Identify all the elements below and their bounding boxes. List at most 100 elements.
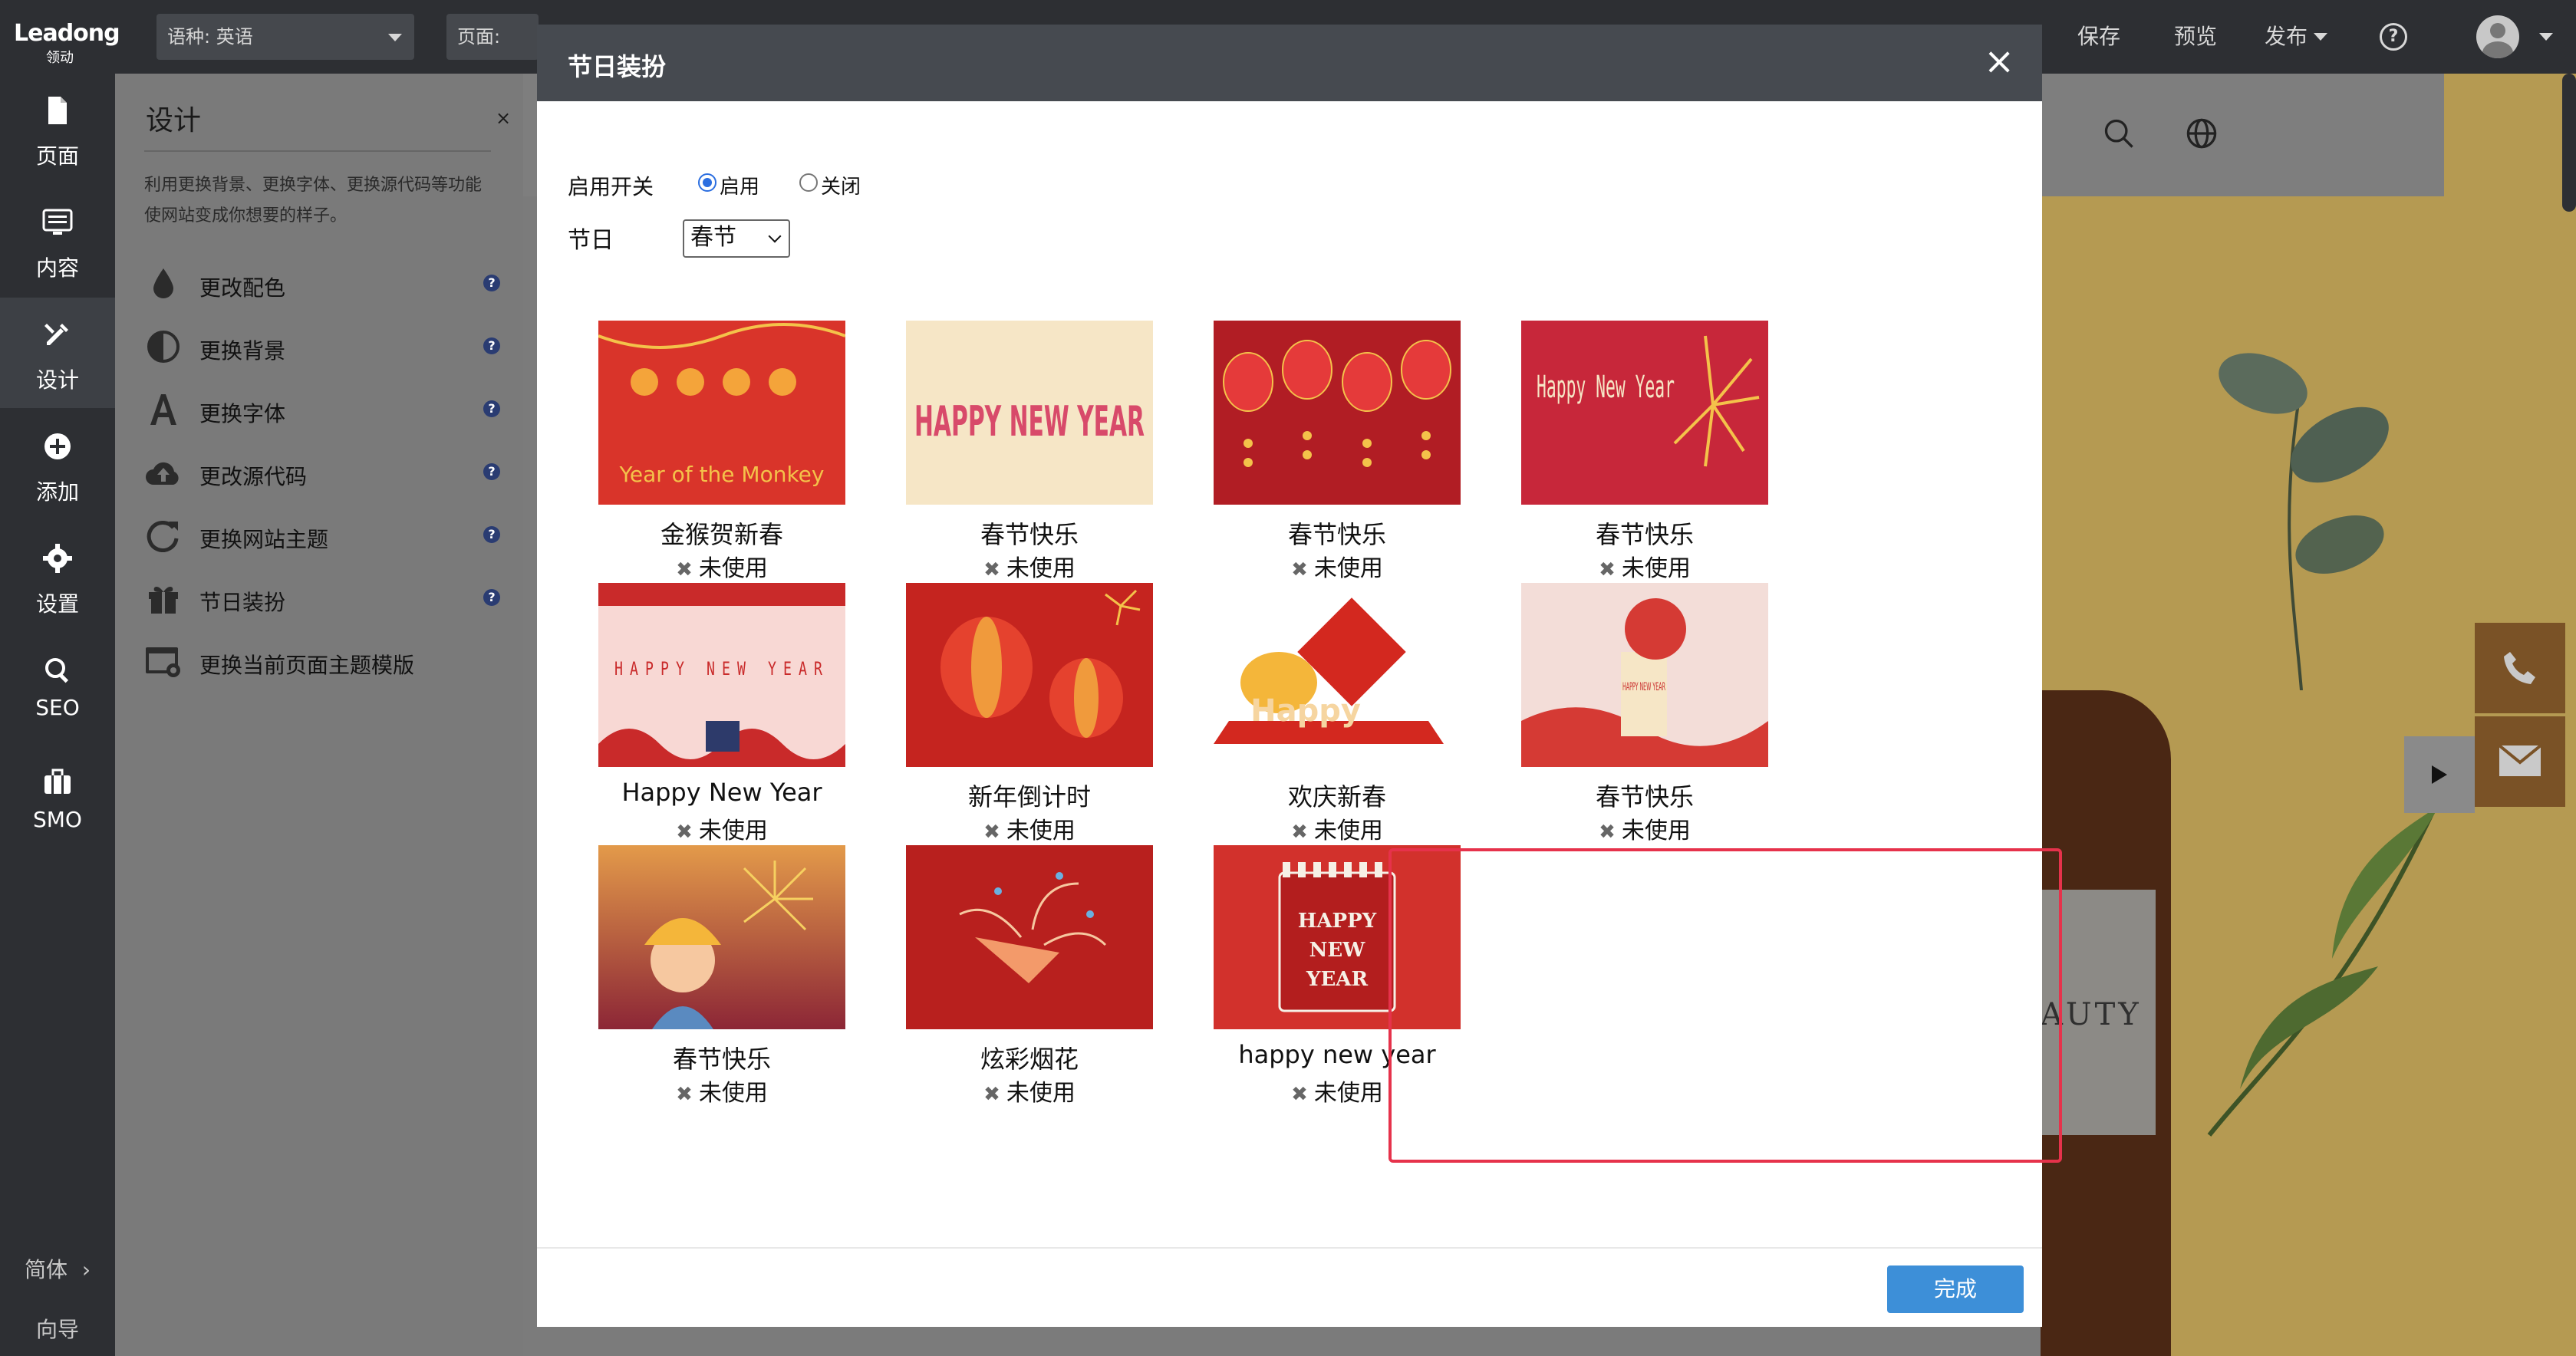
panel-title: 设计 [146, 105, 202, 137]
gear-icon [43, 544, 72, 573]
phone-icon [2504, 652, 2535, 684]
help-icon[interactable]: ? [483, 400, 500, 417]
decoration-name: 炫彩烟花 [980, 1045, 1079, 1074]
design-panel: 设计 × 利用更换背景、更换字体、更换源代码等功能使网站变成你想要的样子。 更改… [115, 74, 523, 1356]
thumbnail-text: Happy [1250, 693, 1361, 729]
decoration-status: ✖ 未使用 [906, 549, 1153, 583]
decoration-thumbnail[interactable] [1214, 321, 1461, 505]
panel-item-color[interactable]: 更改配色 ? [144, 261, 500, 307]
preview-globe-icon[interactable] [2185, 117, 2219, 150]
decoration-thumbnail[interactable]: HAPPY NEW YEAR [1521, 583, 1768, 767]
panel-item-font[interactable]: 更换字体 ? [144, 387, 500, 433]
publish-chevron-down-icon [2314, 33, 2327, 41]
publish-label: 发布 [2265, 24, 2308, 49]
rail-item-seo[interactable]: SEO [0, 634, 115, 741]
help-icon[interactable]: ? [483, 275, 500, 291]
close-icon: ✖ [1291, 1083, 1308, 1106]
vertical-scrollbar[interactable] [2562, 74, 2576, 212]
help-icon[interactable]: ? [483, 526, 500, 543]
user-avatar[interactable] [2476, 15, 2519, 58]
user-menu-chevron-down-icon[interactable] [2539, 33, 2553, 41]
decoration-name: 新年倒计时 [967, 782, 1091, 811]
decoration-thumbnail[interactable]: Happy [1214, 583, 1461, 767]
panel-description: 利用更换背景、更换字体、更换源代码等功能使网站变成你想要的样子。 [144, 176, 483, 225]
language-switch[interactable]: 简体 › [0, 1253, 115, 1284]
leadong-logo[interactable]: Leadong 领动 [14, 20, 120, 67]
panel-close-icon[interactable]: × [496, 107, 511, 129]
preview-banner-strip [2444, 74, 2576, 196]
close-icon: ✖ [676, 1083, 693, 1106]
thumbnail-text: Happy New Year [1537, 370, 1675, 405]
disable-radio-label[interactable]: 关闭 [821, 171, 861, 199]
holiday-select[interactable]: 春节 [683, 219, 790, 258]
rail-item-design[interactable]: 设计 [0, 298, 115, 408]
decoration-status-label: 未使用 [1313, 1080, 1383, 1107]
dialog-close-icon[interactable]: × [1984, 40, 2014, 83]
rail-item-label: 设置 [35, 591, 79, 617]
save-button[interactable]: 保存 [2077, 0, 2120, 74]
rail-item-page[interactable]: 页面 [0, 74, 115, 184]
chevron-down-icon [388, 34, 402, 41]
disable-radio[interactable] [799, 173, 818, 192]
panel-item-label: 更换字体 [199, 401, 286, 426]
help-icon[interactable]: ? [483, 463, 500, 480]
decoration-status-label: 未使用 [1313, 555, 1383, 582]
help-icon[interactable]: ? [2380, 23, 2407, 51]
enable-radio-label[interactable]: 启用 [720, 171, 759, 199]
panel-item-holiday-decor[interactable]: 节日装扮 ? [144, 575, 500, 621]
page-select[interactable]: 页面: Hor [446, 14, 539, 94]
rail-item-settings[interactable]: 设置 [0, 522, 115, 632]
close-icon: ✖ [983, 1083, 1000, 1106]
decoration-status: ✖ 未使用 [598, 811, 845, 845]
rail-item-add[interactable]: 添加 [0, 410, 115, 520]
preview-leaf-image [2219, 353, 2389, 690]
help-icon[interactable]: ? [483, 589, 500, 606]
rail-item-label: 添加 [35, 479, 79, 505]
decoration-thumbnail[interactable]: Happy New Year [1521, 321, 1768, 505]
decoration-thumbnail[interactable] [598, 845, 845, 1029]
decoration-status-label: 未使用 [1621, 555, 1691, 582]
help-icon[interactable]: ? [483, 337, 500, 354]
panel-item-source-code[interactable]: 更改源代码 ? [144, 449, 500, 495]
publish-button[interactable]: 发布 [2265, 0, 2308, 74]
decoration-status: ✖ 未使用 [598, 549, 845, 583]
rail-item-label: 设计 [35, 367, 79, 393]
decoration-thumbnail[interactable]: Year of the Monkey [598, 321, 845, 505]
decoration-thumbnail[interactable] [906, 845, 1153, 1029]
rail-item-label: 内容 [35, 255, 79, 281]
close-icon: ✖ [1291, 558, 1308, 581]
decoration-status: ✖ 未使用 [906, 1074, 1153, 1108]
rail-item-content[interactable]: 内容 [0, 186, 115, 296]
holiday-label: 节日 [568, 227, 614, 254]
decoration-name: 欢庆新春 [1287, 782, 1386, 811]
preview-search-icon[interactable] [2102, 117, 2136, 150]
done-button[interactable]: 完成 [1887, 1265, 2024, 1313]
phone-float-button[interactable] [2475, 623, 2565, 713]
color-drop-icon [153, 268, 173, 298]
decoration-status-label: 未使用 [698, 818, 768, 844]
enable-radio[interactable] [698, 173, 716, 192]
panel-item-background[interactable]: 更换背景 ? [144, 324, 500, 370]
logo-text: Leadong [14, 20, 120, 47]
decoration-status-label: 未使用 [1313, 818, 1383, 844]
decoration-name: 春节快乐 [980, 520, 1079, 549]
preview-button[interactable]: 预览 [2174, 0, 2217, 74]
email-float-button[interactable] [2475, 716, 2565, 807]
contrast-icon [147, 331, 180, 363]
dialog-header: 节日装扮 × [537, 25, 2042, 101]
template-icon [146, 647, 180, 677]
decoration-thumbnail[interactable] [906, 583, 1153, 767]
guide-link[interactable]: 向导 [0, 1313, 115, 1344]
slider-play-button[interactable] [2404, 736, 2475, 813]
language-select[interactable]: 语种: 英语 [156, 14, 414, 60]
rail-item-smo[interactable]: SMO [0, 745, 115, 853]
left-rail: 页面 内容 设计 添加 设置 SEO SMO 简体 › 向导 [0, 74, 115, 1356]
close-icon: ✖ [676, 558, 693, 581]
panel-item-page-template[interactable]: 更换当前页面主题模版 [144, 638, 491, 684]
dialog-footer-divider [537, 1247, 2042, 1249]
thumbnail-text: HAPPY NEW YEAR [1297, 910, 1377, 991]
decoration-thumbnail[interactable]: HAPPY NEW YEAR [598, 583, 845, 767]
decoration-thumbnail[interactable]: HAPPY NEW YEAR [906, 321, 1153, 505]
panel-item-site-theme[interactable]: 更换网站主题 ? [144, 512, 500, 558]
briefcase-icon [44, 769, 71, 794]
